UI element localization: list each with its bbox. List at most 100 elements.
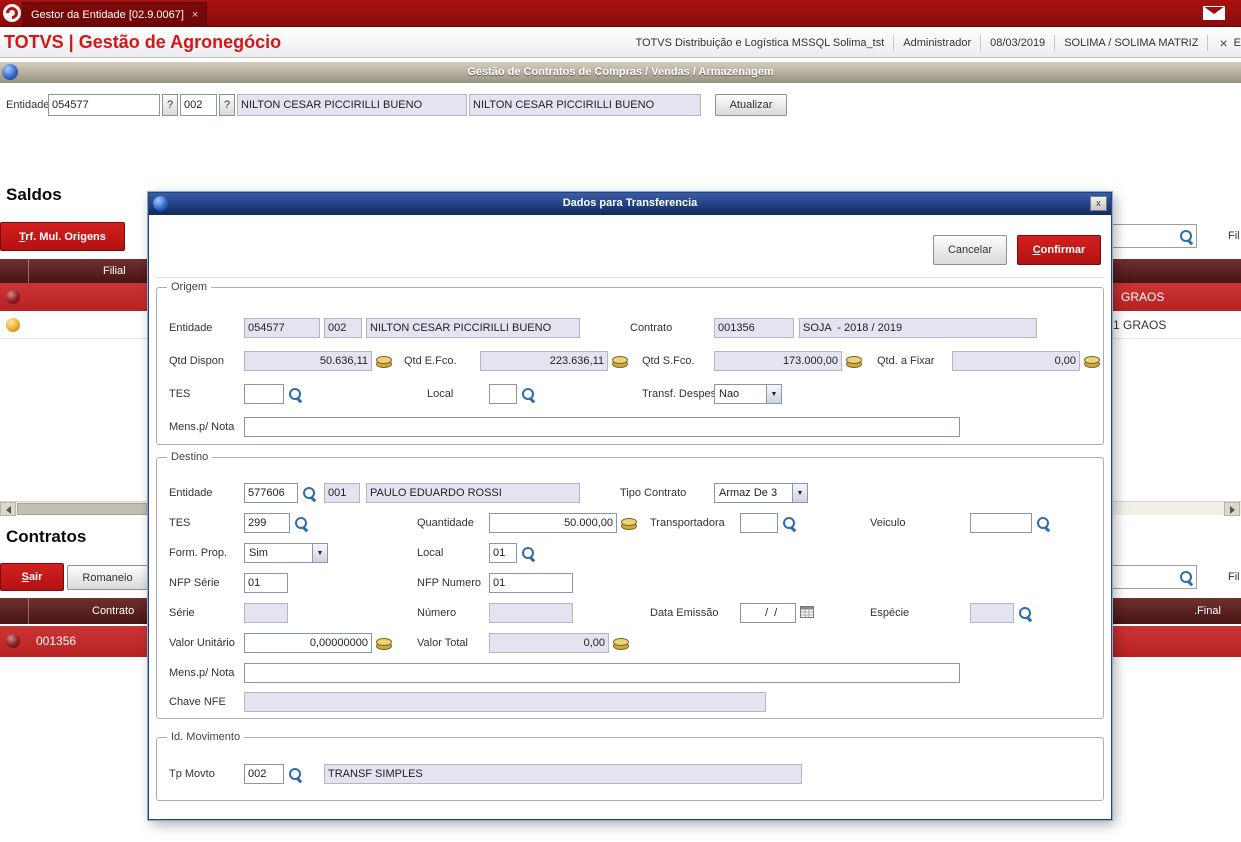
origem-mens-input[interactable]: [244, 417, 960, 437]
divider: [893, 35, 895, 51]
app-title: TOTVS | Gestão de Agronegócio: [4, 32, 282, 52]
quantidade-label: Quantidade: [417, 517, 474, 529]
nfp-serie-input[interactable]: [244, 573, 288, 593]
nfp-numero-label: NFP Numero: [417, 577, 481, 589]
col-final[interactable]: .Final: [1194, 605, 1221, 617]
valor-unitario-input[interactable]: [244, 633, 372, 653]
entidade-store-lookup-button[interactable]: ?: [219, 94, 235, 116]
destino-tes-input[interactable]: [244, 513, 290, 533]
scroll-right-button[interactable]: [1224, 502, 1240, 516]
serie-field: [244, 603, 288, 623]
dropdown-arrow-icon[interactable]: [312, 543, 328, 563]
header-info: TOTVS Distribuição e Logística MSSQL Sol…: [635, 28, 1241, 58]
cancelar-button[interactable]: Cancelar: [933, 235, 1007, 265]
app-window: Gestor da Entidade [02.9.0067] × TOTVS |…: [0, 0, 1241, 842]
atualizar-button[interactable]: Atualizar: [715, 94, 787, 116]
tab-close-icon[interactable]: ×: [192, 9, 198, 21]
especie-lookup-icon[interactable]: [1018, 606, 1033, 621]
col-contrato[interactable]: Contrato: [92, 605, 134, 617]
tipo-contrato-value: Armaz De 3: [719, 487, 778, 499]
scroll-thumb[interactable]: [17, 503, 147, 515]
nfp-numero-input[interactable]: [489, 573, 573, 593]
row-right-text: 1 GRAOS: [1113, 318, 1167, 332]
origem-contrato-label: Contrato: [630, 322, 673, 334]
transfer-dialog: Dados para Transferencia x Cancelar Conf…: [148, 192, 1112, 820]
tp-movto-lookup-icon[interactable]: [288, 767, 303, 782]
local-lookup-icon[interactable]: [521, 546, 536, 561]
form-prop-label: Form. Prop.: [169, 547, 228, 559]
entidade-lookup-icon[interactable]: [302, 486, 317, 501]
origem-local-input[interactable]: [489, 384, 517, 404]
origem-contrato-desc-field: [799, 318, 1037, 338]
entidade-name2-field: [469, 94, 701, 116]
dialog-titlebar: Dados para Transferencia x: [149, 193, 1111, 215]
row-status-icon: [6, 290, 20, 304]
money-icon: [613, 637, 629, 650]
destino-mens-input[interactable]: [244, 663, 960, 683]
row-status-icon: [6, 318, 20, 332]
destino-legend: Destino: [167, 451, 213, 463]
app-header: TOTVS | Gestão de Agronegócio TOTVS Dist…: [0, 28, 1241, 58]
qtd-efco-label: Qtd E.Fco.: [404, 355, 457, 367]
transportadora-input[interactable]: [740, 513, 778, 533]
tes-lookup-icon[interactable]: [288, 387, 303, 402]
qtd-efco-field: [480, 351, 608, 371]
trf-mul-origens-button[interactable]: Trf. Mul. Origens: [0, 222, 125, 251]
destino-fieldset: Destino Entidade Tipo Contrato Armaz De …: [156, 451, 1104, 719]
dialog-title: Dados para Transferencia: [562, 197, 698, 209]
saldos-heading: Saldos: [6, 185, 62, 204]
entity-manager-tab[interactable]: Gestor da Entidade [02.9.0067] ×: [22, 2, 208, 27]
calendar-icon[interactable]: [800, 605, 814, 623]
dropdown-arrow-icon[interactable]: [792, 483, 808, 503]
data-emissao-input[interactable]: [740, 603, 796, 623]
tp-movto-input[interactable]: [244, 764, 284, 784]
transportadora-lookup-icon[interactable]: [782, 516, 797, 531]
divider: [1054, 35, 1056, 51]
sair-button[interactable]: Sair: [0, 563, 64, 591]
veiculo-lookup-icon[interactable]: [1036, 516, 1051, 531]
quantidade-input[interactable]: [489, 513, 617, 533]
origem-contrato-code-field: [714, 318, 794, 338]
contratos-filter-label: Fil: [1228, 571, 1240, 583]
destino-mens-label: Mens.p/ Nota: [169, 667, 235, 679]
tab-title: Gestor da Entidade [02.9.0067]: [31, 9, 184, 21]
chave-nfe-field: [244, 692, 766, 712]
tes-lookup-icon[interactable]: [294, 516, 309, 531]
entidade-label: Entidade: [6, 99, 50, 111]
entidade-code-lookup-button[interactable]: ?: [162, 94, 178, 116]
origem-tes-input[interactable]: [244, 384, 284, 404]
veiculo-input[interactable]: [970, 513, 1032, 533]
confirmar-button[interactable]: Confirmar: [1017, 235, 1101, 265]
transf-despesa-select[interactable]: Nao: [714, 384, 782, 404]
dropdown-arrow-icon[interactable]: [766, 384, 782, 404]
dialog-close-button[interactable]: x: [1090, 196, 1107, 211]
romaneio-button[interactable]: Romaneio: [67, 565, 148, 590]
veiculo-label: Veiculo: [870, 517, 906, 529]
destino-entidade-name-field: [366, 483, 580, 503]
nfp-serie-label: NFP Série: [169, 577, 220, 589]
tipo-contrato-select[interactable]: Armaz De 3: [714, 483, 808, 503]
destino-local-input[interactable]: [489, 543, 517, 563]
user-label: Administrador: [903, 37, 972, 49]
contrato-cell: 001356: [36, 634, 77, 648]
form-prop-select[interactable]: Sim: [244, 543, 328, 563]
column-divider: [28, 259, 29, 283]
contratos-search-icon[interactable]: [1179, 570, 1194, 585]
scroll-left-button[interactable]: [0, 502, 16, 516]
saldos-search-icon[interactable]: [1179, 229, 1194, 244]
valor-unitario-label: Valor Unitário: [169, 637, 235, 649]
mail-icon[interactable]: [1203, 6, 1225, 20]
valor-total-label: Valor Total: [417, 637, 468, 649]
divider: [155, 277, 1105, 278]
destino-entidade-code-input[interactable]: [244, 483, 298, 503]
origem-local-label: Local: [427, 388, 454, 400]
col-filial[interactable]: Filial: [103, 265, 126, 277]
saldos-filter-label: Fil: [1228, 230, 1240, 242]
local-lookup-icon[interactable]: [521, 387, 536, 402]
header-close-icon[interactable]: ×: [1219, 35, 1227, 51]
entidade-code-input[interactable]: [48, 94, 160, 116]
company-label: SOLIMA / SOLIMA MATRIZ: [1064, 37, 1199, 49]
entidade-store-input[interactable]: [180, 94, 217, 116]
taskbar: Gestor da Entidade [02.9.0067] ×: [0, 0, 1241, 27]
qtd-sfco-label: Qtd S.Fco.: [642, 355, 695, 367]
